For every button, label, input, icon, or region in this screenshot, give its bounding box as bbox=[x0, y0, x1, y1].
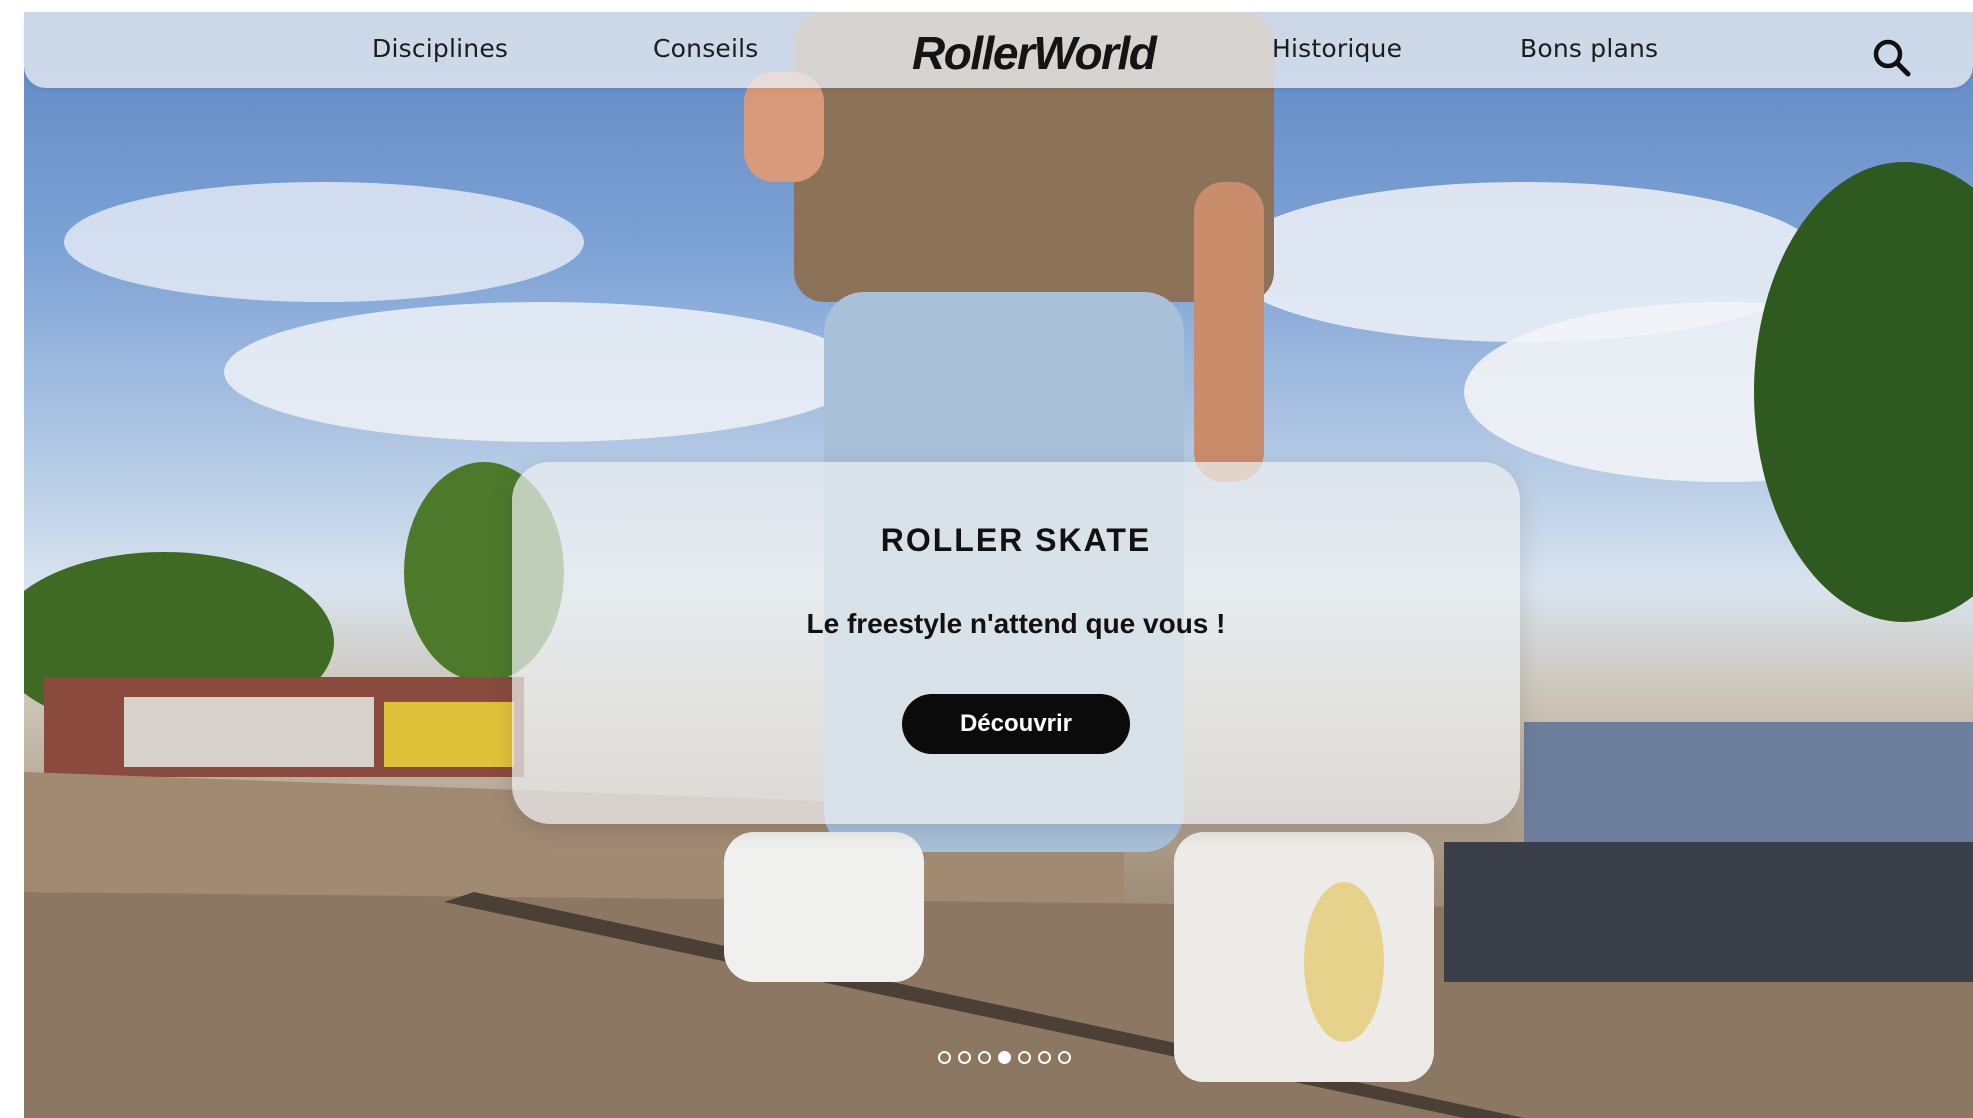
hero-card-subtitle: Le freestyle n'attend que vous ! bbox=[806, 608, 1226, 639]
carousel-dot[interactable] bbox=[1018, 1051, 1031, 1064]
carousel-dot[interactable] bbox=[1058, 1051, 1071, 1064]
nav-link-conseils[interactable]: Conseils bbox=[653, 34, 759, 63]
search-button[interactable] bbox=[1870, 36, 1914, 80]
top-navigation-bar: Disciplines Conseils RollerWorld Histori… bbox=[24, 12, 1973, 88]
carousel-dot[interactable] bbox=[1038, 1051, 1051, 1064]
page: Disciplines Conseils RollerWorld Histori… bbox=[0, 0, 1973, 1118]
discover-button[interactable]: Découvrir bbox=[902, 694, 1130, 754]
hero-card-title: ROLLER SKATE bbox=[880, 522, 1152, 558]
hero-card: ROLLER SKATE Le freestyle n'attend que v… bbox=[512, 462, 1520, 824]
carousel-dot[interactable] bbox=[938, 1051, 951, 1064]
search-icon bbox=[1873, 39, 1911, 77]
carousel-dot[interactable] bbox=[998, 1051, 1011, 1064]
nav-link-historique[interactable]: Historique bbox=[1272, 34, 1402, 63]
carousel-indicators bbox=[938, 1051, 1071, 1064]
nav-link-disciplines[interactable]: Disciplines bbox=[372, 34, 508, 63]
carousel-dot[interactable] bbox=[958, 1051, 971, 1064]
carousel-dot[interactable] bbox=[978, 1051, 991, 1064]
site-logo[interactable]: RollerWorld bbox=[912, 26, 1157, 80]
nav-link-bons-plans[interactable]: Bons plans bbox=[1520, 34, 1658, 63]
